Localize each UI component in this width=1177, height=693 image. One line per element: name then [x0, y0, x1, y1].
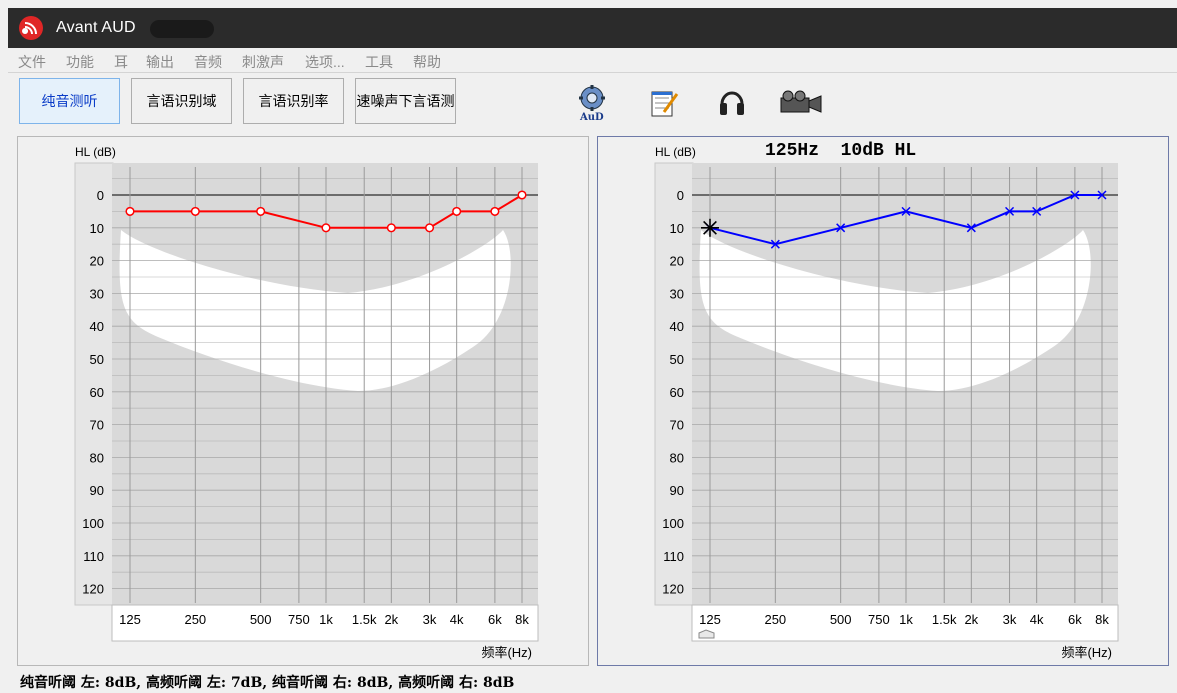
- x-tick-label: 3k: [423, 612, 437, 627]
- y-tick-label: 40: [670, 319, 684, 334]
- menu-tools[interactable]: 工具: [365, 52, 393, 72]
- y-tick-label: 10: [670, 221, 684, 236]
- threshold-point: [190, 206, 200, 216]
- speech-recognition-rate-button[interactable]: 言语识别率: [243, 78, 344, 124]
- threshold-point: [452, 206, 462, 216]
- menu-function[interactable]: 功能: [66, 52, 94, 72]
- y-tick-label: 60: [670, 385, 684, 400]
- y-tick-label: 120: [82, 582, 104, 597]
- left-ear-audiogram-panel: 0 10 20 30 40 50 60 70 80 90 100 110 120 125 250 500 750…: [17, 136, 589, 666]
- y-tick-label: 0: [97, 188, 104, 203]
- y-tick-label: 40: [90, 319, 104, 334]
- x-tick-label: 250: [764, 612, 786, 627]
- x-tick-label: 125: [119, 612, 141, 627]
- video-camera-icon[interactable]: [779, 90, 823, 116]
- window-title: Avant AUD: [56, 19, 136, 36]
- threshold-point: [386, 223, 396, 233]
- x-tick-label: 8k: [1095, 612, 1109, 627]
- x-tick-label: 125: [699, 612, 721, 627]
- y-tick-label: 20: [670, 254, 684, 269]
- x-axis-title: 频率(Hz): [481, 645, 532, 660]
- x-tick-label: 1k: [899, 612, 913, 627]
- y-tick-label: 80: [670, 450, 684, 465]
- x-tick-label: 2k: [964, 612, 978, 627]
- x-tick-label: 250: [184, 612, 206, 627]
- x-tick-label: 1k: [319, 612, 333, 627]
- menu-output[interactable]: 输出: [146, 52, 174, 72]
- y-tick-label: 100: [82, 516, 104, 531]
- redacted-area: [150, 20, 214, 38]
- y-tick-label: 30: [90, 286, 104, 301]
- headphones-icon[interactable]: [717, 86, 747, 120]
- pure-tone-test-button[interactable]: 纯音测听: [19, 78, 120, 124]
- y-tick-label: 50: [90, 352, 104, 367]
- x-tick-label: 4k: [1030, 612, 1044, 627]
- threshold-point: [490, 206, 500, 216]
- y-tick-label: 70: [90, 418, 104, 433]
- y-tick-label: 120: [662, 582, 684, 597]
- y-axis-title: HL (dB): [655, 145, 696, 159]
- right-ear-audiogram-panel: 0 10 20 30 40 50 60 70 80 90 100 110 120 125 250 500 750…: [597, 136, 1169, 666]
- threshold-point: [425, 223, 435, 233]
- aud-settings-icon[interactable]: AuD: [576, 84, 610, 122]
- right-ear-audiogram[interactable]: 0 10 20 30 40 50 60 70 80 90 100 110 120 125 250 500 750…: [598, 137, 1168, 665]
- threshold-point: [125, 206, 135, 216]
- notepad-icon[interactable]: [650, 88, 680, 118]
- y-axis-title: HL (dB): [75, 145, 116, 159]
- y-tick-label: 50: [670, 352, 684, 367]
- y-tick-label: 0: [677, 188, 684, 203]
- threshold-point: [321, 223, 331, 233]
- x-tick-label: 6k: [1068, 612, 1082, 627]
- y-tick-label: 110: [663, 549, 684, 564]
- y-tick-label: 90: [90, 483, 104, 498]
- x-tick-label: 3k: [1003, 612, 1017, 627]
- x-tick-label: 750: [868, 612, 890, 627]
- threshold-summary: 纯音听阈 左: 8dB, 高频听阈 左: 7dB, 纯音听阈 右: 8dB, 高…: [20, 675, 515, 691]
- x-axis-title: 频率(Hz): [1061, 645, 1112, 660]
- app-logo-icon: [19, 16, 43, 40]
- menu-separator: [8, 72, 1177, 73]
- y-tick-label: 60: [90, 385, 104, 400]
- x-tick-label: 6k: [488, 612, 502, 627]
- y-tick-label: 100: [662, 516, 684, 531]
- y-tick-label: 70: [670, 418, 684, 433]
- menu-bar: 文件 功能 耳 输出 音频 刺激声 选项... 工具 帮助: [8, 48, 1177, 72]
- y-tick-label: 20: [90, 254, 104, 269]
- y-tick-label: 80: [90, 450, 104, 465]
- y-tick-label: 10: [90, 221, 104, 236]
- x-tick-label: 500: [250, 612, 272, 627]
- menu-file[interactable]: 文件: [18, 52, 46, 72]
- y-tick-label: 30: [670, 286, 684, 301]
- x-tick-label: 8k: [515, 612, 529, 627]
- cursor-marker: [701, 218, 719, 237]
- x-tick-label: 1.5k: [352, 612, 377, 627]
- speech-recognition-threshold-button[interactable]: 言语识别域: [131, 78, 232, 124]
- left-ear-audiogram[interactable]: 0 10 20 30 40 50 60 70 80 90 100 110 120 125 250 500 750…: [18, 137, 588, 665]
- menu-ear[interactable]: 耳: [114, 52, 128, 72]
- svg-text:AuD: AuD: [579, 112, 604, 122]
- menu-audio[interactable]: 音频: [194, 52, 222, 72]
- threshold-point: [517, 190, 527, 200]
- x-tick-label: 1.5k: [932, 612, 957, 627]
- y-tick-label: 90: [670, 483, 684, 498]
- menu-help[interactable]: 帮助: [413, 52, 441, 72]
- current-readout: 125Hz 10dB HL: [765, 141, 916, 161]
- x-tick-label: 750: [288, 612, 310, 627]
- title-bar: Avant AUD: [8, 8, 1177, 48]
- menu-stimulus[interactable]: 刺激声: [242, 52, 284, 72]
- speech-in-noise-button[interactable]: 速噪声下言语测: [355, 78, 456, 124]
- x-tick-label: 2k: [384, 612, 398, 627]
- readout-frequency: 125Hz: [765, 141, 820, 161]
- y-tick-label: 110: [83, 549, 104, 564]
- menu-options[interactable]: 选项...: [305, 52, 345, 72]
- x-tick-label: 4k: [450, 612, 464, 627]
- threshold-point: [256, 206, 266, 216]
- x-tick-label: 500: [830, 612, 852, 627]
- readout-level: 10dB HL: [840, 141, 917, 161]
